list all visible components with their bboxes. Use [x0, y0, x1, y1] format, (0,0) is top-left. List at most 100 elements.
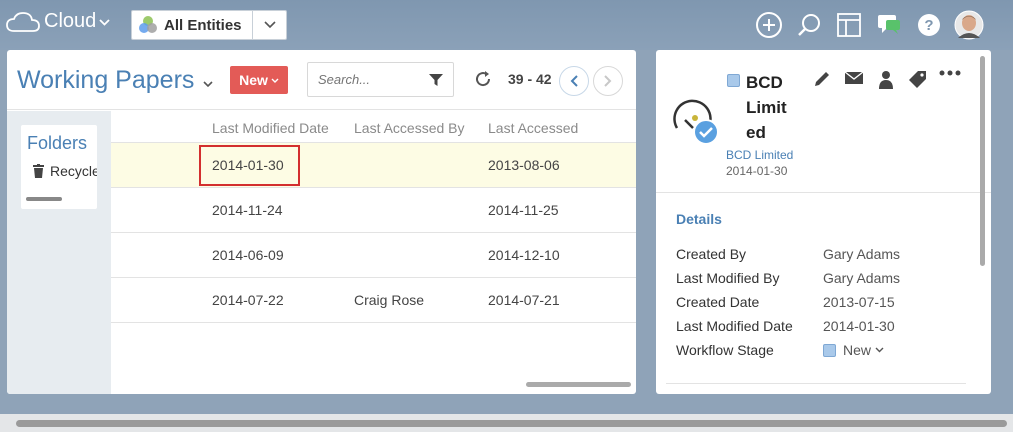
- property-label: Last Modified Date: [676, 318, 793, 334]
- folders-sidebar: Folders Recycle: [7, 111, 111, 394]
- user-avatar-icon: [954, 10, 984, 40]
- entity-selector[interactable]: All Entities: [131, 10, 287, 40]
- search-box: [307, 62, 454, 97]
- folders-title: Folders: [27, 133, 88, 153]
- entity-selector-label: All Entities: [164, 16, 242, 34]
- workflow-stage-select[interactable]: New: [823, 342, 884, 358]
- top-bar: Cloud All Entities ?: [0, 0, 1013, 50]
- layout-icon: [837, 13, 861, 37]
- folder-item-label: Recycle: [50, 163, 97, 179]
- cell-last-accessed-by: Craig Rose: [354, 292, 425, 308]
- folders-scrollbar[interactable]: [26, 197, 62, 201]
- table-horizontal-scrollbar[interactable]: [526, 382, 631, 387]
- property-value: Gary Adams: [823, 246, 901, 262]
- search-input[interactable]: [318, 72, 418, 87]
- layout-button[interactable]: [829, 8, 869, 42]
- property-label: Workflow Stage: [676, 342, 774, 358]
- color-tag-icon: [727, 74, 740, 87]
- property-label: Created Date: [676, 294, 760, 310]
- papers-table: Last Modified Date Last Accessed By Last…: [111, 111, 636, 394]
- search-button[interactable]: [789, 8, 829, 42]
- table-row[interactable]: 2014-06-09 2014-12-10: [111, 233, 636, 278]
- cell-last-modified-date: 2014-07-22: [212, 292, 284, 308]
- search-icon: [798, 14, 820, 36]
- add-button[interactable]: [749, 8, 789, 42]
- chevron-right-icon: [604, 75, 612, 87]
- app-menu[interactable]: Cloud: [6, 10, 114, 33]
- folders-card: Folders Recycle: [21, 125, 97, 209]
- cloud-icon: [6, 11, 40, 32]
- chevron-down-icon: [99, 15, 114, 29]
- column-header-last-accessed-by[interactable]: Last Accessed By: [354, 120, 465, 136]
- chevron-down-icon: [263, 21, 276, 29]
- pager-range: 39 - 42: [508, 71, 552, 87]
- cell-last-accessed: 2014-07-21: [488, 292, 560, 308]
- entity-date: 2014-01-30: [726, 164, 788, 178]
- table-row[interactable]: 2014-11-24 2014-11-25: [111, 188, 636, 233]
- property-value: Gary Adams: [823, 270, 901, 286]
- new-button[interactable]: New: [230, 66, 288, 94]
- chevron-down-icon: [875, 345, 884, 356]
- avatar[interactable]: [949, 8, 989, 42]
- table-row[interactable]: 2014-01-30 2013-08-06: [111, 143, 636, 188]
- chevron-down-icon[interactable]: [203, 76, 213, 91]
- workflow-stage-value: New: [843, 342, 872, 358]
- cell-last-accessed: 2014-11-25: [488, 202, 559, 218]
- chevron-left-icon: [570, 75, 578, 87]
- color-tag-icon: [823, 343, 836, 357]
- help-button[interactable]: ?: [909, 8, 949, 42]
- working-papers-panel: Working Papers New 39 - 42: [7, 50, 636, 394]
- more-button[interactable]: [934, 70, 966, 90]
- property-value: 2013-07-15: [823, 294, 895, 310]
- entity-link[interactable]: BCD Limited: [726, 148, 793, 162]
- cell-last-accessed: 2013-08-06: [488, 157, 560, 173]
- table-header: Last Modified Date Last Accessed By Last…: [111, 111, 636, 143]
- property-value: 2014-01-30: [823, 318, 895, 334]
- svg-text:?: ?: [924, 17, 933, 34]
- property-label: Last Modified By: [676, 270, 780, 286]
- pencil-icon: [815, 72, 829, 86]
- column-header-last-accessed[interactable]: Last Accessed: [488, 120, 578, 136]
- page-horizontal-scrollbar[interactable]: [16, 420, 1007, 427]
- cell-last-modified-date: 2014-11-24: [212, 202, 283, 218]
- page-title[interactable]: Working Papers: [17, 66, 194, 95]
- chevron-down-icon: [271, 75, 279, 85]
- cell-last-accessed: 2014-12-10: [488, 247, 560, 263]
- folder-item-recycle[interactable]: Recycle: [33, 163, 97, 179]
- entity-dropdown-button[interactable]: [252, 11, 286, 39]
- divider: [666, 383, 966, 384]
- edit-button[interactable]: [806, 70, 838, 90]
- refresh-icon[interactable]: [474, 70, 492, 88]
- details-section-title[interactable]: Details: [676, 211, 722, 227]
- column-header-last-modified-date[interactable]: Last Modified Date: [212, 120, 329, 136]
- tag-button[interactable]: [902, 70, 934, 90]
- contacts-button[interactable]: [870, 70, 902, 90]
- page-horizontal-scrollbar-track: [0, 414, 1013, 432]
- filter-icon[interactable]: [428, 73, 444, 87]
- next-page-button[interactable]: [593, 66, 623, 96]
- entity-name: BCD Limited: [746, 73, 787, 142]
- more-icon: [939, 70, 961, 76]
- trash-icon: [33, 164, 44, 178]
- new-button-label: New: [239, 72, 268, 88]
- previous-page-button[interactable]: [559, 66, 589, 96]
- detail-vertical-scrollbar[interactable]: [980, 56, 985, 266]
- chat-icon: [878, 15, 900, 34]
- envelope-icon: [844, 71, 864, 84]
- person-icon: [879, 71, 893, 89]
- help-icon: ?: [918, 14, 940, 36]
- detail-panel: BCD Limited BCD Limited 2014-01-30 Detai…: [656, 50, 991, 394]
- email-button[interactable]: [838, 70, 870, 90]
- entities-icon: [139, 16, 157, 33]
- entity-icon: [673, 99, 719, 145]
- highlight-box: [199, 145, 300, 186]
- table-row[interactable]: 2014-07-22 Craig Rose 2014-07-21: [111, 278, 636, 323]
- add-icon: [756, 12, 782, 38]
- app-name: Cloud: [44, 10, 97, 32]
- chat-button[interactable]: [869, 8, 909, 42]
- panel-header: Working Papers New 39 - 42: [7, 50, 636, 110]
- detail-header: BCD Limited BCD Limited 2014-01-30: [656, 50, 991, 193]
- cell-last-modified-date: 2014-06-09: [212, 247, 284, 263]
- property-label: Created By: [676, 246, 747, 262]
- tag-icon: [909, 71, 926, 88]
